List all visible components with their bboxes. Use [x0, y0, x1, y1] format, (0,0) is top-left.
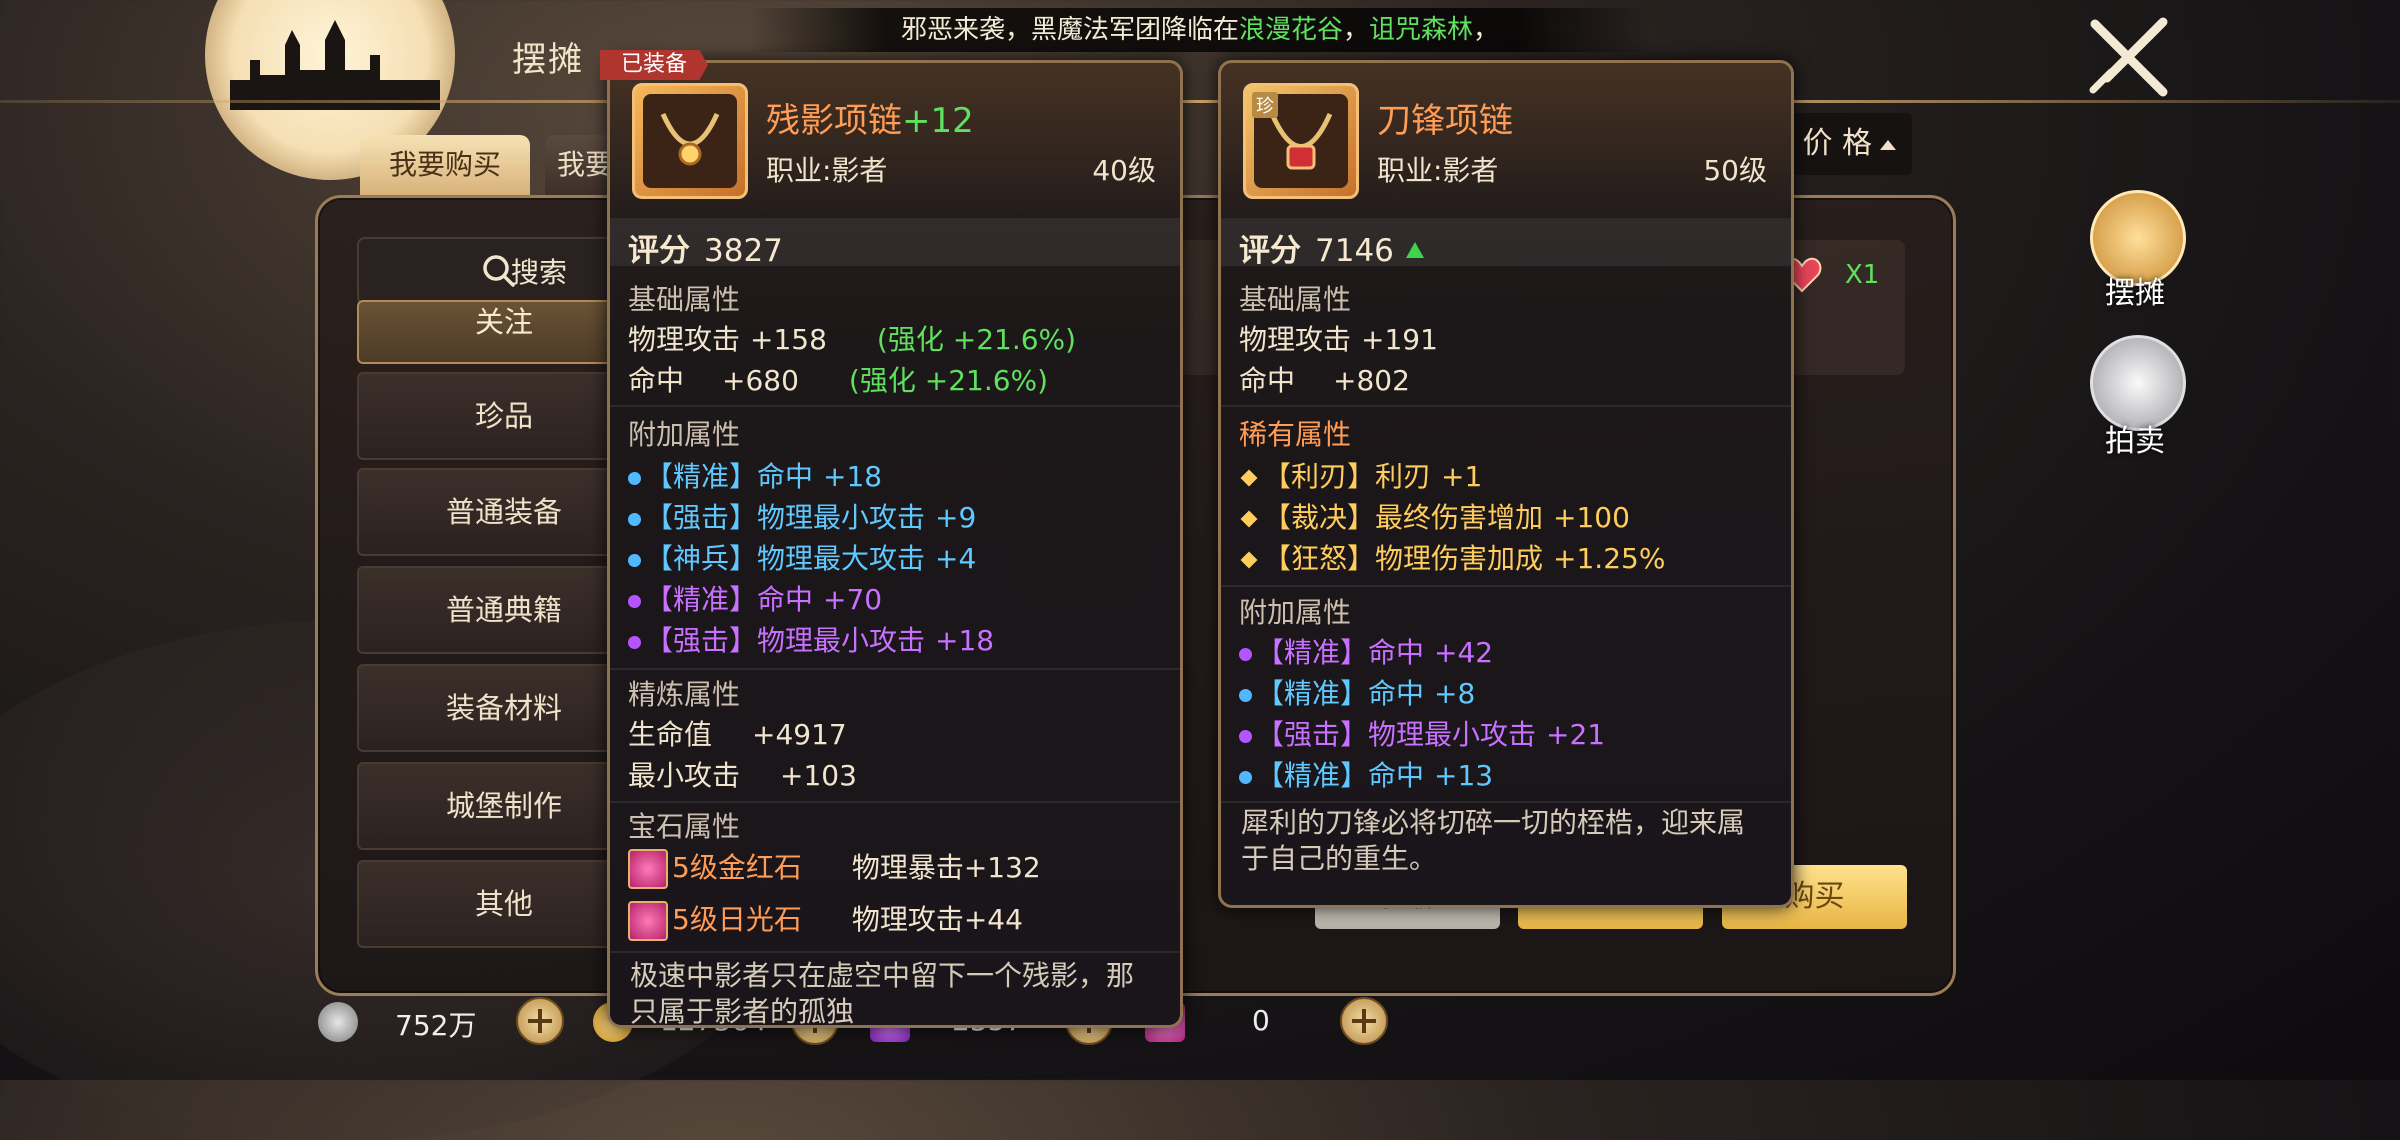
- equipped-badge: 已装备: [600, 50, 708, 80]
- rare-attr-row: 【利刃】利刃 +1: [1239, 455, 1482, 495]
- necklace-icon: 珍: [1243, 83, 1359, 199]
- add-silver-button[interactable]: [516, 997, 564, 1045]
- sunstone-gem-icon: [628, 901, 668, 941]
- sort-up-icon: [1880, 139, 1896, 150]
- gem-row: 5级金红石 物理暴击+132: [628, 846, 1041, 889]
- item-job: 职业:影者: [1377, 154, 1499, 187]
- rare-badge: 珍: [1252, 92, 1278, 118]
- extra-attr-row: 【精准】命中 +18: [628, 455, 882, 495]
- base-attr-row: 命中 +680 (强化 +21.6%): [628, 364, 1049, 397]
- item-job: 职业:影者: [766, 154, 888, 187]
- search-label: 搜索: [510, 256, 568, 289]
- silver-coin-icon: [318, 1002, 358, 1042]
- item-score: 评分 3827: [628, 233, 783, 269]
- item-score: 评分 7146: [1239, 225, 1424, 270]
- side-nav-auction-label[interactable]: 拍卖: [2105, 416, 2165, 460]
- necklace-graphic: [660, 112, 720, 166]
- necklace-icon: [632, 83, 748, 199]
- item-description: 犀利的刀锋必将切碎一切的桎梏，迎来属于自己的重生。: [1241, 806, 1746, 875]
- refine-attr-row: 最小攻击 +103: [628, 759, 857, 792]
- extra-attr-row: 【精准】命中 +8: [1239, 672, 1475, 712]
- equipped-item-tooltip: 残影项链+12 职业:影者 40级 评分 3827 基础属性 物理攻击 +158 (强…: [607, 60, 1183, 1028]
- item-name: 残影项链+12: [766, 101, 974, 141]
- rare-attributes-title: 稀有属性: [1239, 418, 1352, 451]
- listing-quantity: X1: [1845, 260, 1880, 290]
- sort-label: 价 格: [1802, 126, 1872, 161]
- base-attributes-title: 基础属性: [1239, 283, 1352, 316]
- extra-attr-row: 【精准】命中 +13: [1239, 754, 1493, 794]
- refine-attributes-title: 精炼属性: [628, 678, 741, 711]
- gem-row: 5级日光石 物理攻击+44: [628, 898, 1023, 941]
- silver-amount: 752万: [395, 1009, 477, 1042]
- extra-attr-row: 【精准】命中 +70: [628, 578, 882, 618]
- refine-attr-row: 生命值 +4917: [628, 718, 847, 751]
- extra-attr-row: 【强击】物理最小攻击 +18: [628, 619, 994, 659]
- tab-buy[interactable]: 我要购买: [360, 135, 530, 195]
- item-level: 50级: [1703, 154, 1767, 187]
- base-attr-row: 物理攻击 +191: [1239, 323, 1438, 356]
- score-up-icon: [1405, 241, 1424, 258]
- gem-attributes-title: 宝石属性: [628, 810, 741, 843]
- add-ticket-button[interactable]: [1340, 997, 1388, 1045]
- compare-item-tooltip: 珍 刀锋项链 职业:影者 50级 评分 7146 基础属性 物理攻击 +191 命中…: [1218, 60, 1794, 908]
- item-name: 刀锋项链: [1377, 101, 1513, 141]
- news-ticker: 邪恶来袭，黑魔法军团降临在浪漫花谷，诅咒森林，: [750, 8, 1650, 52]
- ruby-gem-icon: [628, 849, 668, 889]
- extra-attr-row: 【强击】物理最小攻击 +21: [1239, 713, 1605, 753]
- top-bar-divider: [0, 100, 2400, 103]
- extra-attributes-title: 附加属性: [1239, 596, 1352, 629]
- base-attr-row: 物理攻击 +158 (强化 +21.6%): [628, 323, 1077, 356]
- castle-silhouette: [230, 20, 440, 110]
- extra-attributes-title: 附加属性: [628, 418, 741, 451]
- page-title: 摆摊: [512, 40, 584, 80]
- base-attr-row: 命中 +802: [1239, 364, 1410, 397]
- base-attributes-title: 基础属性: [628, 283, 741, 316]
- close-icon[interactable]: [2085, 12, 2175, 102]
- extra-attr-row: 【精准】命中 +42: [1239, 631, 1493, 671]
- side-nav-stall-label[interactable]: 摆摊: [2105, 268, 2165, 312]
- extra-attr-row: 【神兵】物理最大攻击 +4: [628, 537, 976, 577]
- item-description: 极速中影者只在虚空中留下一个残影，那只属于影者的孤独: [630, 959, 1135, 1028]
- rare-attr-row: 【狂怒】物理伤害加成 +1.25%: [1239, 537, 1665, 577]
- rare-attr-row: 【裁决】最终伤害增加 +100: [1239, 496, 1630, 536]
- extra-attr-row: 【强击】物理最小攻击 +9: [628, 496, 976, 536]
- ticket-amount: 0: [1252, 1004, 1270, 1037]
- item-level: 40级: [1092, 154, 1156, 187]
